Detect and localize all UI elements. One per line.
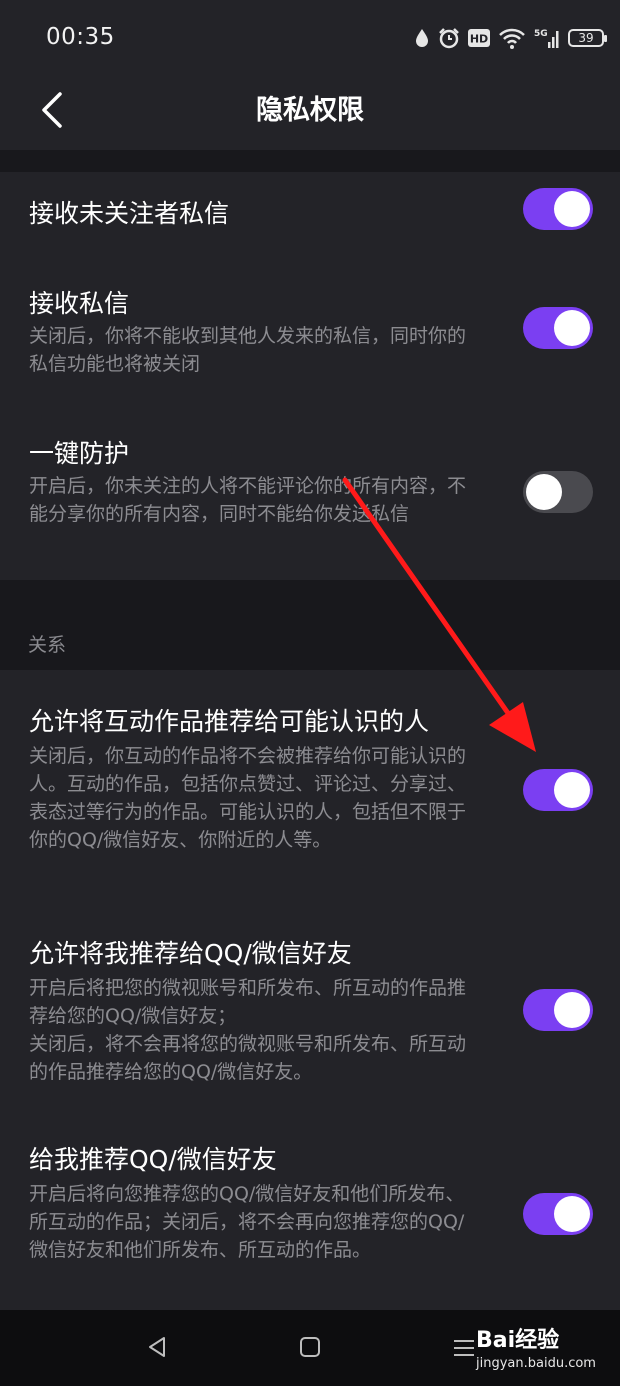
setting-description: 开启后将向您推荐您的QQ/微信好友和他们所发布、所互动的作品；关闭后，将不会再向… <box>29 1183 465 1261</box>
baidu-jingyan-watermark: Bai经验 jingyan.baidu.com <box>476 1318 616 1378</box>
header: 隐私权限 <box>0 74 620 150</box>
toggle-knob <box>554 1196 590 1232</box>
battery-level: 39 <box>578 31 594 45</box>
water-drop-icon <box>414 27 430 49</box>
nav-menu-icon[interactable] <box>452 1336 476 1364</box>
toggle-knob <box>554 992 590 1028</box>
nav-back-icon[interactable] <box>144 1334 170 1364</box>
message-settings-section: 接收未关注者私信 接收私信 关闭后，你将不能收到其他人发来的私信，同时你的私信功… <box>0 172 620 580</box>
one-key-protect-toggle[interactable] <box>523 471 593 513</box>
battery-icon: 39 <box>568 29 607 47</box>
status-bar: 00:35 HD 5G 39 <box>0 0 620 74</box>
setting-description: 关闭后，你互动的作品将不会被推荐给你可能认识的人。互动的作品，包括你点赞过、评论… <box>29 745 467 851</box>
receive-stranger-dm-toggle[interactable] <box>523 188 593 230</box>
setting-description-line: 关闭后，将不会再将您的微视账号和所发布、所互动的作品推荐给您的QQ/微信好友。 <box>29 1033 467 1083</box>
toggle-knob <box>554 772 590 808</box>
hd-icon: HD <box>468 29 490 47</box>
setting-description: 开启后将把您的微视账号和所发布、所互动的作品推荐给您的QQ/微信好友； 关闭后，… <box>29 974 479 1086</box>
setting-title: 给我推荐QQ/微信好友 <box>29 1145 277 1174</box>
setting-description: 开启后，你未关注的人将不能评论你的所有内容，不能分享你的所有内容，同时不能给你发… <box>29 475 467 525</box>
signal-5g-icon: 5G <box>534 27 560 49</box>
setting-title: 允许将互动作品推荐给可能认识的人 <box>29 707 430 736</box>
relations-section: 允许将互动作品推荐给可能认识的人 关闭后，你互动的作品将不会被推荐给你可能认识的… <box>0 670 620 1310</box>
recommend-friends-toggle[interactable] <box>523 1193 593 1235</box>
watermark-url: jingyan.baidu.com <box>476 1356 596 1371</box>
status-time: 00:35 <box>46 24 115 50</box>
setting-title: 接收未关注者私信 <box>29 199 230 228</box>
nav-home-icon[interactable] <box>298 1335 322 1363</box>
toggle-knob <box>554 191 590 227</box>
setting-description-line: 开启后将把您的微视账号和所发布、所互动的作品推荐给您的QQ/微信好友； <box>29 977 467 1027</box>
wifi-icon <box>498 27 526 49</box>
recommend-interaction-toggle[interactable] <box>523 769 593 811</box>
network-type-text: 5G <box>534 29 548 39</box>
toggle-knob <box>554 310 590 346</box>
page-title: 隐私权限 <box>256 95 364 126</box>
toggle-knob <box>526 474 562 510</box>
privacy-settings-screen: 00:35 HD 5G 39 隐私权限 接收未关注者私信 接收私信 关闭后，你将… <box>0 0 620 1386</box>
receive-dm-toggle[interactable] <box>523 307 593 349</box>
alarm-icon <box>438 27 460 49</box>
setting-description: 关闭后，你将不能收到其他人发来的私信，同时你的私信功能也将被关闭 <box>29 325 467 375</box>
recommend-me-toggle[interactable] <box>523 989 593 1031</box>
watermark-brand: Bai经验 <box>476 1328 560 1353</box>
setting-title: 允许将我推荐给QQ/微信好友 <box>29 939 352 968</box>
setting-title: 一键防护 <box>29 439 130 468</box>
setting-title: 接收私信 <box>29 289 130 318</box>
section-label-relations: 关系 <box>28 634 67 656</box>
hd-badge-text: HD <box>470 33 488 46</box>
status-icons: HD 5G 39 <box>414 24 607 52</box>
